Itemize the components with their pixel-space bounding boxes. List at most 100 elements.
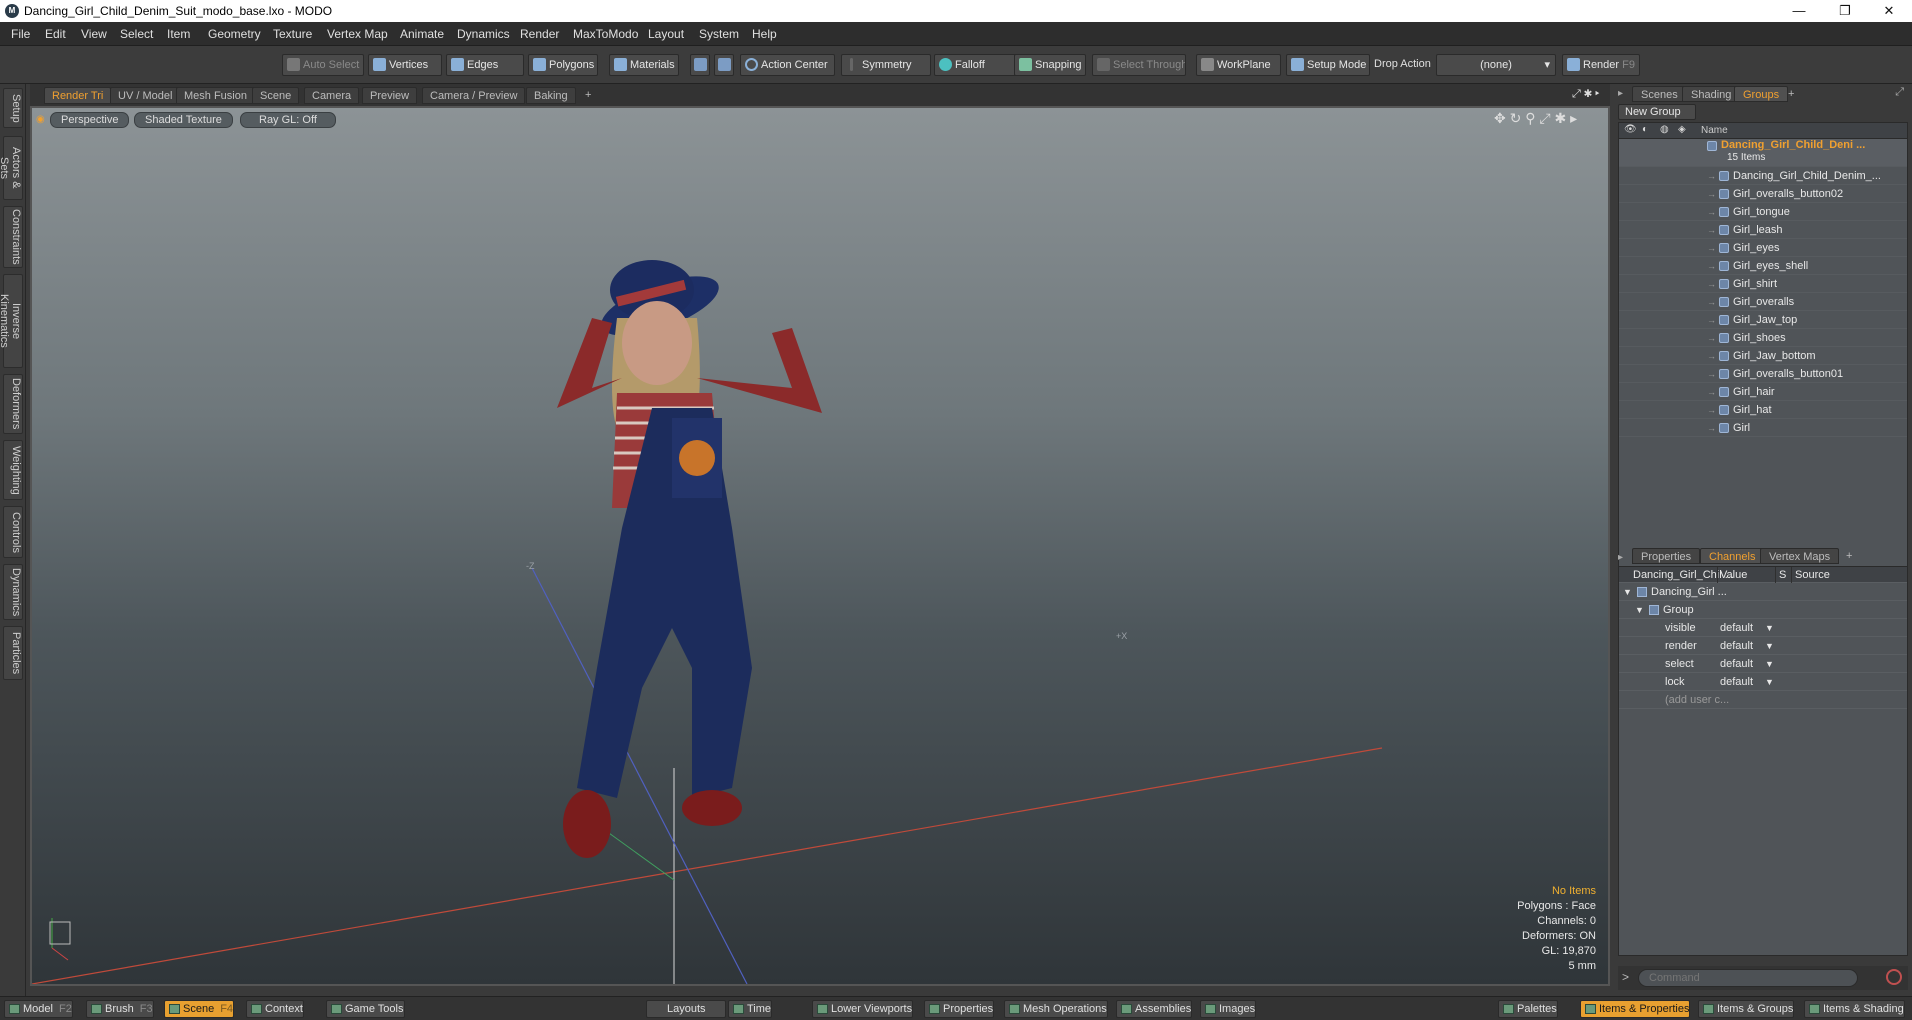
chevron-down-icon[interactable]: ▼ [1765,673,1774,691]
layout-context-button[interactable]: Context [246,1000,304,1018]
render-col-icon[interactable]: ◐ [1642,124,1648,135]
tab-mesh-fusion[interactable]: Mesh Fusion [176,87,255,104]
new-group-button[interactable]: New Group [1618,104,1696,120]
tab-render-tri[interactable]: Render Tri [44,87,112,104]
group-item-row[interactable]: → Girl_shirt [1619,275,1907,293]
tab-controls[interactable]: Controls [3,506,23,558]
tab-actors-sets[interactable]: Actors & Sets [0,136,23,200]
menu-view[interactable]: View [81,27,107,41]
drop-action-select[interactable]: (none) ▾ [1436,54,1556,76]
tab-uv-model[interactable]: UV / Model [110,87,181,104]
images-button[interactable]: Images [1200,1000,1257,1018]
tab-deformers[interactable]: Deformers [3,374,23,434]
panel-expand-icon[interactable]: ⤢ [1895,86,1904,99]
menu-vertex-map[interactable]: Vertex Map [327,27,388,41]
select-mode-a-button[interactable] [690,54,710,76]
tab-channels[interactable]: Channels [1700,548,1765,564]
symmetry-button[interactable]: Symmetry [841,54,931,76]
expand-arrow-icon[interactable]: ▼ [1623,583,1632,601]
tab-properties[interactable]: Properties [1632,548,1701,564]
channel-item-row[interactable]: ▼ Dancing_Girl ... [1619,583,1907,601]
channel-group-row[interactable]: ▼ Group [1619,601,1907,619]
menu-animate[interactable]: Animate [400,27,444,41]
select-col-icon[interactable]: ◈ [1678,124,1686,135]
chevron-down-icon[interactable]: ▼ [1765,619,1774,637]
channel-value[interactable]: default [1720,637,1753,655]
channel-value[interactable]: default [1720,655,1753,673]
edges-button[interactable]: Edges [446,54,524,76]
group-item-row[interactable]: → Girl_overalls [1619,293,1907,311]
expand-arrow-icon[interactable]: ▼ [1635,601,1644,619]
group-item-row[interactable]: → Girl_hair [1619,383,1907,401]
add-panel-tab-button-2[interactable]: + [1838,548,1860,564]
group-item-row[interactable]: → Girl_Jaw_top [1619,311,1907,329]
tab-scenes[interactable]: Scenes [1632,86,1687,102]
layout-brush-button[interactable]: Brush F3 [86,1000,154,1018]
viewport-options-icon[interactable]: ⤢ ✱ ▸ [1572,88,1599,101]
group-item-row[interactable]: → Girl_leash [1619,221,1907,239]
close-button[interactable]: ✕ [1866,0,1912,22]
menu-select[interactable]: Select [120,27,153,41]
channel-row[interactable]: visible default ▼ [1619,619,1907,637]
panel-menu-icon[interactable]: ▸ [1618,88,1623,99]
add-user-channel-row[interactable]: (add user c... [1619,691,1907,709]
channel-value[interactable]: default [1720,619,1753,637]
assemblies-button[interactable]: Assemblies [1116,1000,1193,1018]
tab-dynamics[interactable]: Dynamics [3,564,23,620]
menu-system[interactable]: System [699,27,739,41]
eye-icon[interactable]: 👁 [1624,124,1637,135]
tab-particles[interactable]: Particles [3,626,23,680]
tab-weighting[interactable]: Weighting [3,440,23,500]
setup-mode-button[interactable]: Setup Mode [1286,54,1370,76]
tab-inverse-kinematics[interactable]: Inverse Kinematics [0,274,23,368]
layout-model-button[interactable]: Model F2 [4,1000,73,1018]
restore-button[interactable]: ❐ [1822,0,1868,22]
menu-render[interactable]: Render [520,27,559,41]
action-center-button[interactable]: Action Center [740,54,835,76]
layouts-button[interactable]: Layouts [646,1000,726,1018]
group-item-row[interactable]: → Girl_overalls_button01 [1619,365,1907,383]
group-root-row[interactable]: Dancing_Girl_Child_Deni ... 15 Items [1619,139,1907,167]
items-groups-button[interactable]: Items & Groups [1698,1000,1795,1018]
vertices-button[interactable]: Vertices [368,54,442,76]
falloff-button[interactable]: Falloff [934,54,1016,76]
items-shading-button[interactable]: Items & Shading [1804,1000,1905,1018]
snapping-button[interactable]: Snapping [1014,54,1086,76]
render-button[interactable]: Render F9 [1562,54,1640,76]
group-item-row[interactable]: → Girl [1619,419,1907,437]
add-tab-button[interactable]: + [578,87,598,104]
record-icon[interactable] [1886,969,1902,985]
properties-button[interactable]: Properties [924,1000,995,1018]
tab-vertex-maps[interactable]: Vertex Maps [1760,548,1840,564]
lower-viewports-button[interactable]: Lower Viewports [812,1000,914,1018]
group-item-row[interactable]: → Girl_tongue [1619,203,1907,221]
items-properties-button[interactable]: Items & Properties [1580,1000,1691,1018]
menu-geometry[interactable]: Geometry [208,27,261,41]
materials-button[interactable]: Materials [609,54,679,76]
layout-game-tools-button[interactable]: Game Tools [326,1000,405,1018]
menu-dynamics[interactable]: Dynamics [457,27,510,41]
group-item-row[interactable]: → Girl_eyes [1619,239,1907,257]
group-item-row[interactable]: → Girl_overalls_button02 [1619,185,1907,203]
menu-texture[interactable]: Texture [273,27,312,41]
workplane-button[interactable]: WorkPlane [1196,54,1281,76]
group-item-row[interactable]: → Girl_hat [1619,401,1907,419]
menu-help[interactable]: Help [752,27,777,41]
tab-constraints[interactable]: Constraints [3,206,23,268]
chevron-down-icon[interactable]: ▼ [1765,655,1774,673]
chevron-down-icon[interactable]: ▼ [1765,637,1774,655]
channel-row[interactable]: render default ▼ [1619,637,1907,655]
channel-row[interactable]: lock default ▼ [1619,673,1907,691]
group-item-row[interactable]: → Girl_shoes [1619,329,1907,347]
channel-row[interactable]: select default ▼ [1619,655,1907,673]
add-panel-tab-button[interactable]: + [1780,86,1802,102]
menu-edit[interactable]: Edit [45,27,66,41]
tab-shading[interactable]: Shading [1682,86,1741,102]
select-mode-b-button[interactable] [714,54,734,76]
mesh-operations-button[interactable]: Mesh Operations [1004,1000,1108,1018]
group-item-row[interactable]: → Girl_eyes_shell [1619,257,1907,275]
select-through-button[interactable]: Select Through [1092,54,1186,76]
panel-menu-icon-2[interactable]: ▸ [1618,552,1623,563]
channel-value[interactable]: default [1720,673,1753,691]
command-input[interactable] [1638,969,1858,987]
